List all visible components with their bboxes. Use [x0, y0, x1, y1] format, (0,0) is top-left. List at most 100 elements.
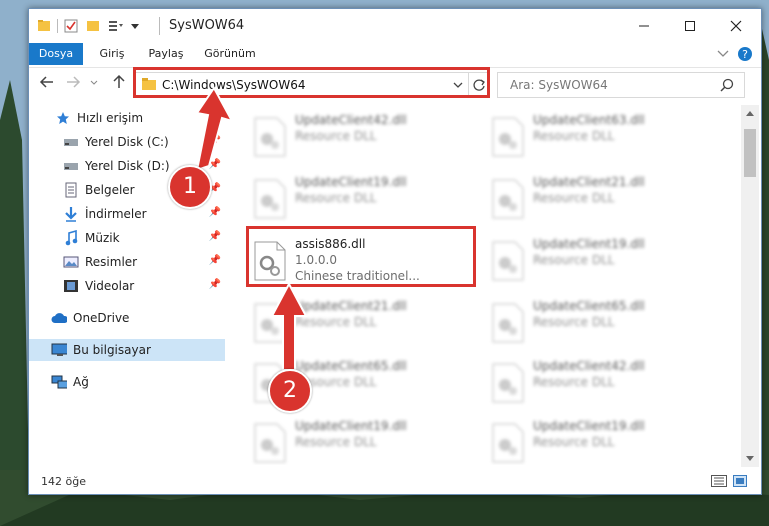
chevron-down-icon	[90, 80, 98, 85]
file-description: Resource DLL	[533, 315, 615, 329]
sidebar-item-this-pc[interactable]: Bu bilgisayar	[29, 339, 225, 361]
file-name: UpdateClient63.dll	[533, 113, 645, 127]
file-item[interactable]: UpdateClient21.dll Resource DLL	[483, 171, 708, 229]
file-description: Resource DLL	[295, 191, 377, 205]
file-description: Resource DLL	[295, 315, 377, 329]
sidebar-item-label: Ağ	[73, 375, 89, 389]
file-description: Resource DLL	[295, 435, 377, 449]
details-view-icon[interactable]	[711, 475, 727, 487]
pin-icon[interactable]: 📌	[209, 279, 221, 290]
new-folder-icon[interactable]	[86, 19, 100, 33]
tab-file[interactable]: Dosya	[29, 43, 83, 65]
dll-file-icon	[254, 303, 286, 343]
dll-file-icon	[492, 303, 524, 343]
file-item[interactable]: UpdateClient19.dll Resource DLL	[245, 171, 470, 229]
file-item[interactable]: UpdateClient42.dll Resource DLL	[483, 355, 708, 413]
title-bar: SysWOW64	[29, 9, 761, 43]
large-icons-view-icon[interactable]	[733, 475, 747, 487]
recent-locations-button[interactable]	[87, 74, 101, 94]
pictures-icon	[63, 256, 79, 268]
quick-access-toolbar	[37, 17, 140, 35]
callout-badge-2: 2	[268, 369, 312, 413]
search-input[interactable]: Ara: SysWOW64	[497, 72, 745, 98]
maximize-button[interactable]	[667, 9, 713, 43]
sidebar-item-onedrive[interactable]: OneDrive	[29, 307, 225, 329]
file-description: Resource DLL	[533, 375, 615, 389]
scrollbar-thumb[interactable]	[744, 129, 756, 177]
sidebar-item-label: OneDrive	[73, 311, 130, 325]
computer-icon	[51, 343, 67, 356]
file-description: Resource DLL	[533, 253, 615, 267]
sidebar-item-label: Belgeler	[85, 183, 135, 197]
file-item[interactable]: UpdateClient21.dll Resource DLL	[245, 295, 470, 353]
minimize-button[interactable]	[621, 9, 667, 43]
file-name: UpdateClient65.dll	[295, 359, 407, 373]
back-button[interactable]	[37, 74, 57, 94]
chevron-down-icon[interactable]	[130, 19, 140, 33]
ribbon-expand-icon[interactable]	[717, 49, 729, 59]
sidebar-item-videos[interactable]: Videolar 📌	[29, 275, 225, 297]
status-bar: 142 öğe	[29, 469, 761, 493]
star-icon	[57, 112, 69, 124]
sidebar-item-pictures[interactable]: Resimler 📌	[29, 251, 225, 273]
file-name: UpdateClient21.dll	[295, 299, 407, 313]
file-item[interactable]: UpdateClient19.dll Resource DLL	[483, 415, 708, 465]
pin-icon[interactable]: 📌	[209, 135, 221, 146]
sidebar-item-label: Yerel Disk (C:)	[85, 135, 169, 149]
file-item[interactable]: UpdateClient63.dll Resource DLL	[483, 109, 708, 167]
sidebar-item-network[interactable]: Ağ	[29, 371, 225, 393]
customize-toolbar-icon[interactable]	[108, 19, 124, 33]
sidebar-item-quick-access[interactable]: Hızlı erişim	[29, 107, 225, 129]
close-button[interactable]	[713, 9, 759, 43]
navigation-pane: Hızlı erişim Yerel Disk (C:) 📌 Yerel Dis…	[29, 105, 225, 465]
folder-icon[interactable]	[37, 19, 51, 33]
file-description: Resource DLL	[533, 129, 615, 143]
help-icon[interactable]: ?	[737, 46, 753, 62]
maximize-icon	[685, 21, 695, 31]
dll-file-icon	[492, 423, 524, 463]
scroll-down-icon[interactable]	[745, 455, 755, 463]
documents-icon	[65, 182, 77, 198]
properties-icon[interactable]	[64, 19, 78, 33]
arrow-left-icon	[39, 76, 53, 88]
dll-file-icon	[492, 179, 524, 219]
dll-file-icon	[492, 363, 524, 403]
forward-button[interactable]	[63, 74, 83, 94]
file-name: UpdateClient19.dll	[533, 237, 645, 251]
search-icon	[720, 78, 734, 92]
pin-icon[interactable]: 📌	[209, 255, 221, 266]
network-icon	[51, 375, 67, 389]
file-item[interactable]: UpdateClient42.dll Resource DLL	[245, 109, 470, 167]
dll-file-icon	[492, 241, 524, 281]
up-button[interactable]	[109, 74, 129, 94]
sidebar-item-label: Resimler	[85, 255, 138, 269]
close-icon	[730, 20, 742, 32]
vertical-scrollbar[interactable]	[741, 105, 759, 467]
scroll-up-icon[interactable]	[745, 109, 755, 117]
sidebar-item-label: Yerel Disk (D:)	[85, 159, 170, 173]
sidebar-item-music[interactable]: Müzik 📌	[29, 227, 225, 249]
file-item[interactable]: UpdateClient19.dll Resource DLL	[245, 415, 470, 465]
sidebar-item-label: Müzik	[85, 231, 120, 245]
sidebar-item-local-disk-c[interactable]: Yerel Disk (C:) 📌	[29, 131, 225, 153]
drive-icon	[64, 163, 78, 170]
file-item[interactable]: UpdateClient65.dll Resource DLL	[483, 295, 708, 353]
search-placeholder: Ara: SysWOW64	[510, 78, 608, 92]
toolbar-divider	[57, 19, 58, 33]
tab-view[interactable]: Görünüm	[199, 43, 261, 65]
file-name: UpdateClient42.dll	[533, 359, 645, 373]
sidebar-item-label: Videolar	[85, 279, 135, 293]
pin-icon[interactable]: 📌	[209, 159, 221, 170]
file-item[interactable]: UpdateClient19.dll Resource DLL	[483, 233, 708, 291]
tab-home[interactable]: Giriş	[89, 43, 135, 65]
title-divider	[159, 17, 160, 35]
file-name: UpdateClient21.dll	[533, 175, 645, 189]
file-name: UpdateClient65.dll	[533, 299, 645, 313]
pin-icon[interactable]: 📌	[209, 207, 221, 218]
dll-file-icon	[492, 117, 524, 157]
tab-share[interactable]: Paylaş	[141, 43, 191, 65]
pin-icon[interactable]: 📌	[209, 231, 221, 242]
drive-icon	[64, 139, 78, 146]
sidebar-item-label: Bu bilgisayar	[73, 343, 151, 357]
cloud-icon	[51, 313, 67, 323]
